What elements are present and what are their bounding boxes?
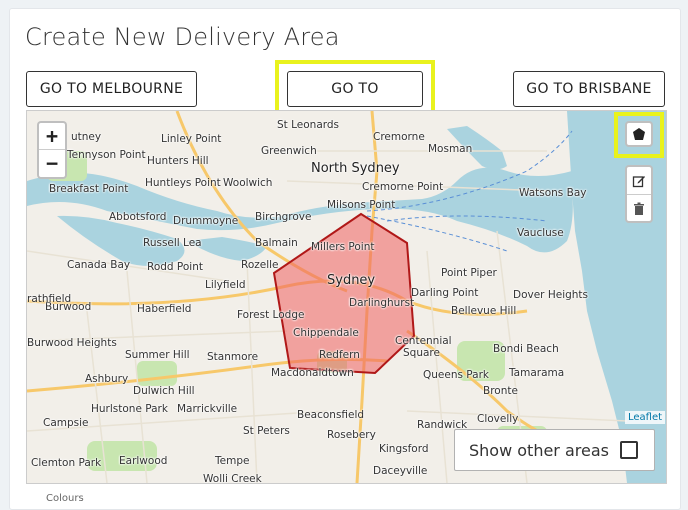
map-label: Tennyson Point	[67, 149, 146, 161]
map-label: Hunters Hill	[147, 155, 209, 167]
map-label: Russell Lea	[143, 237, 202, 249]
go-to-sydney-button[interactable]: GO TO SYDNEY	[287, 71, 423, 131]
map-label: Chippendale	[293, 327, 359, 339]
edit-layers-button[interactable]	[627, 167, 651, 195]
map-label: Macdonaldtown	[271, 367, 354, 379]
map-label: Vaucluse	[517, 227, 564, 239]
map-view[interactable]: utney Linley Point St Leonards Cremorne …	[26, 110, 667, 484]
zoom-out-button[interactable]: −	[39, 150, 65, 176]
map-label: Kingsford	[379, 443, 429, 455]
map-label: Milsons Point	[327, 199, 396, 211]
map-label: Beaconsfield	[297, 409, 365, 421]
draw-polygon-button[interactable]	[625, 121, 653, 147]
edit-toolbar	[625, 165, 653, 223]
show-other-areas-label: Show other areas	[469, 440, 609, 460]
below-map-text: Colours	[46, 493, 84, 504]
map-label: Dulwich Hill	[133, 385, 195, 397]
map-label: Forest Lodge	[237, 309, 305, 321]
map-label: Woolwich	[223, 177, 273, 189]
map-label: Centennial	[395, 335, 452, 347]
map-label: Earlwood	[119, 455, 168, 467]
go-to-brisbane-button[interactable]: GO TO BRISBANE	[513, 71, 665, 107]
map-label: Wolli Creek	[203, 473, 262, 484]
map-label: St Leonards	[277, 119, 340, 131]
show-other-areas-checkbox[interactable]	[620, 441, 638, 459]
map-label: Marrickville	[177, 403, 238, 415]
delete-layers-button[interactable]	[627, 195, 651, 222]
map-label: Redfern	[319, 349, 360, 361]
edit-icon	[632, 175, 645, 187]
map-label: Balmain	[255, 237, 298, 249]
map-label: Ashbury	[85, 373, 129, 385]
map-label: Dover Heights	[513, 289, 589, 301]
map-label: rathfield	[27, 293, 72, 305]
map-label: St Peters	[243, 425, 290, 437]
map-label: Rozelle	[241, 259, 279, 271]
map-label: Sydney	[327, 273, 376, 288]
map-label: Darling Point	[411, 287, 479, 299]
map-label: Breakfast Point	[49, 183, 129, 195]
map-label: Stanmore	[207, 351, 259, 363]
map-label: Lilyfield	[205, 279, 246, 291]
map-label: Darlinghurst	[349, 297, 415, 309]
map-label: Queens Park	[423, 369, 489, 381]
map-label: Rosebery	[327, 429, 376, 441]
map-label: Mosman	[428, 143, 473, 155]
map-label: Haberfield	[137, 303, 192, 315]
leaflet-attribution-link[interactable]: Leaflet	[625, 411, 666, 424]
polygon-icon	[633, 128, 645, 140]
zoom-in-button[interactable]: +	[39, 123, 65, 150]
map-label: Daceyville	[373, 465, 428, 477]
show-other-areas-control[interactable]: Show other areas	[454, 429, 655, 471]
map-label: Abbotsford	[109, 211, 167, 223]
map-label: Bellevue Hill	[451, 305, 517, 317]
map-label: Rodd Point	[147, 261, 203, 273]
map-label: Campsie	[43, 417, 89, 429]
map-label: utney	[71, 131, 102, 143]
map-label: Huntleys Point	[145, 177, 221, 189]
map-label: Birchgrove	[255, 211, 312, 223]
trash-icon	[634, 202, 644, 215]
map-label: Summer Hill	[125, 349, 190, 361]
go-to-melbourne-button[interactable]: GO TO MELBOURNE	[26, 71, 197, 107]
map-label: North Sydney	[311, 161, 400, 176]
map-label: Cremorne Point	[362, 181, 444, 193]
map-label: Point Piper	[441, 267, 497, 279]
map-label: Bronte	[483, 385, 518, 397]
map-label: Millers Point	[311, 241, 375, 253]
map-label: Drummoyne	[173, 215, 239, 227]
map-label: Cremorne	[373, 131, 425, 143]
zoom-control: + −	[37, 121, 67, 179]
map-label: Tempe	[215, 455, 250, 467]
page-title: Create New Delivery Area	[25, 23, 340, 51]
delivery-area-card: Create New Delivery Area GO TO MELBOURNE…	[9, 8, 681, 510]
map-label: Hurlstone Park	[91, 403, 168, 415]
map-label: Linley Point	[161, 133, 222, 145]
map-label: Square	[403, 347, 440, 359]
map-label: Burwood Heights	[27, 337, 117, 349]
map-label: Greenwich	[261, 145, 317, 157]
map-label: Tamarama	[509, 367, 565, 379]
map-label: Canada Bay	[67, 259, 131, 271]
map-label: Watsons Bay	[519, 187, 587, 199]
map-label: Clemton Park	[31, 457, 102, 469]
map-label: Clovelly	[477, 413, 519, 425]
map-label: Bondi Beach	[493, 343, 559, 355]
